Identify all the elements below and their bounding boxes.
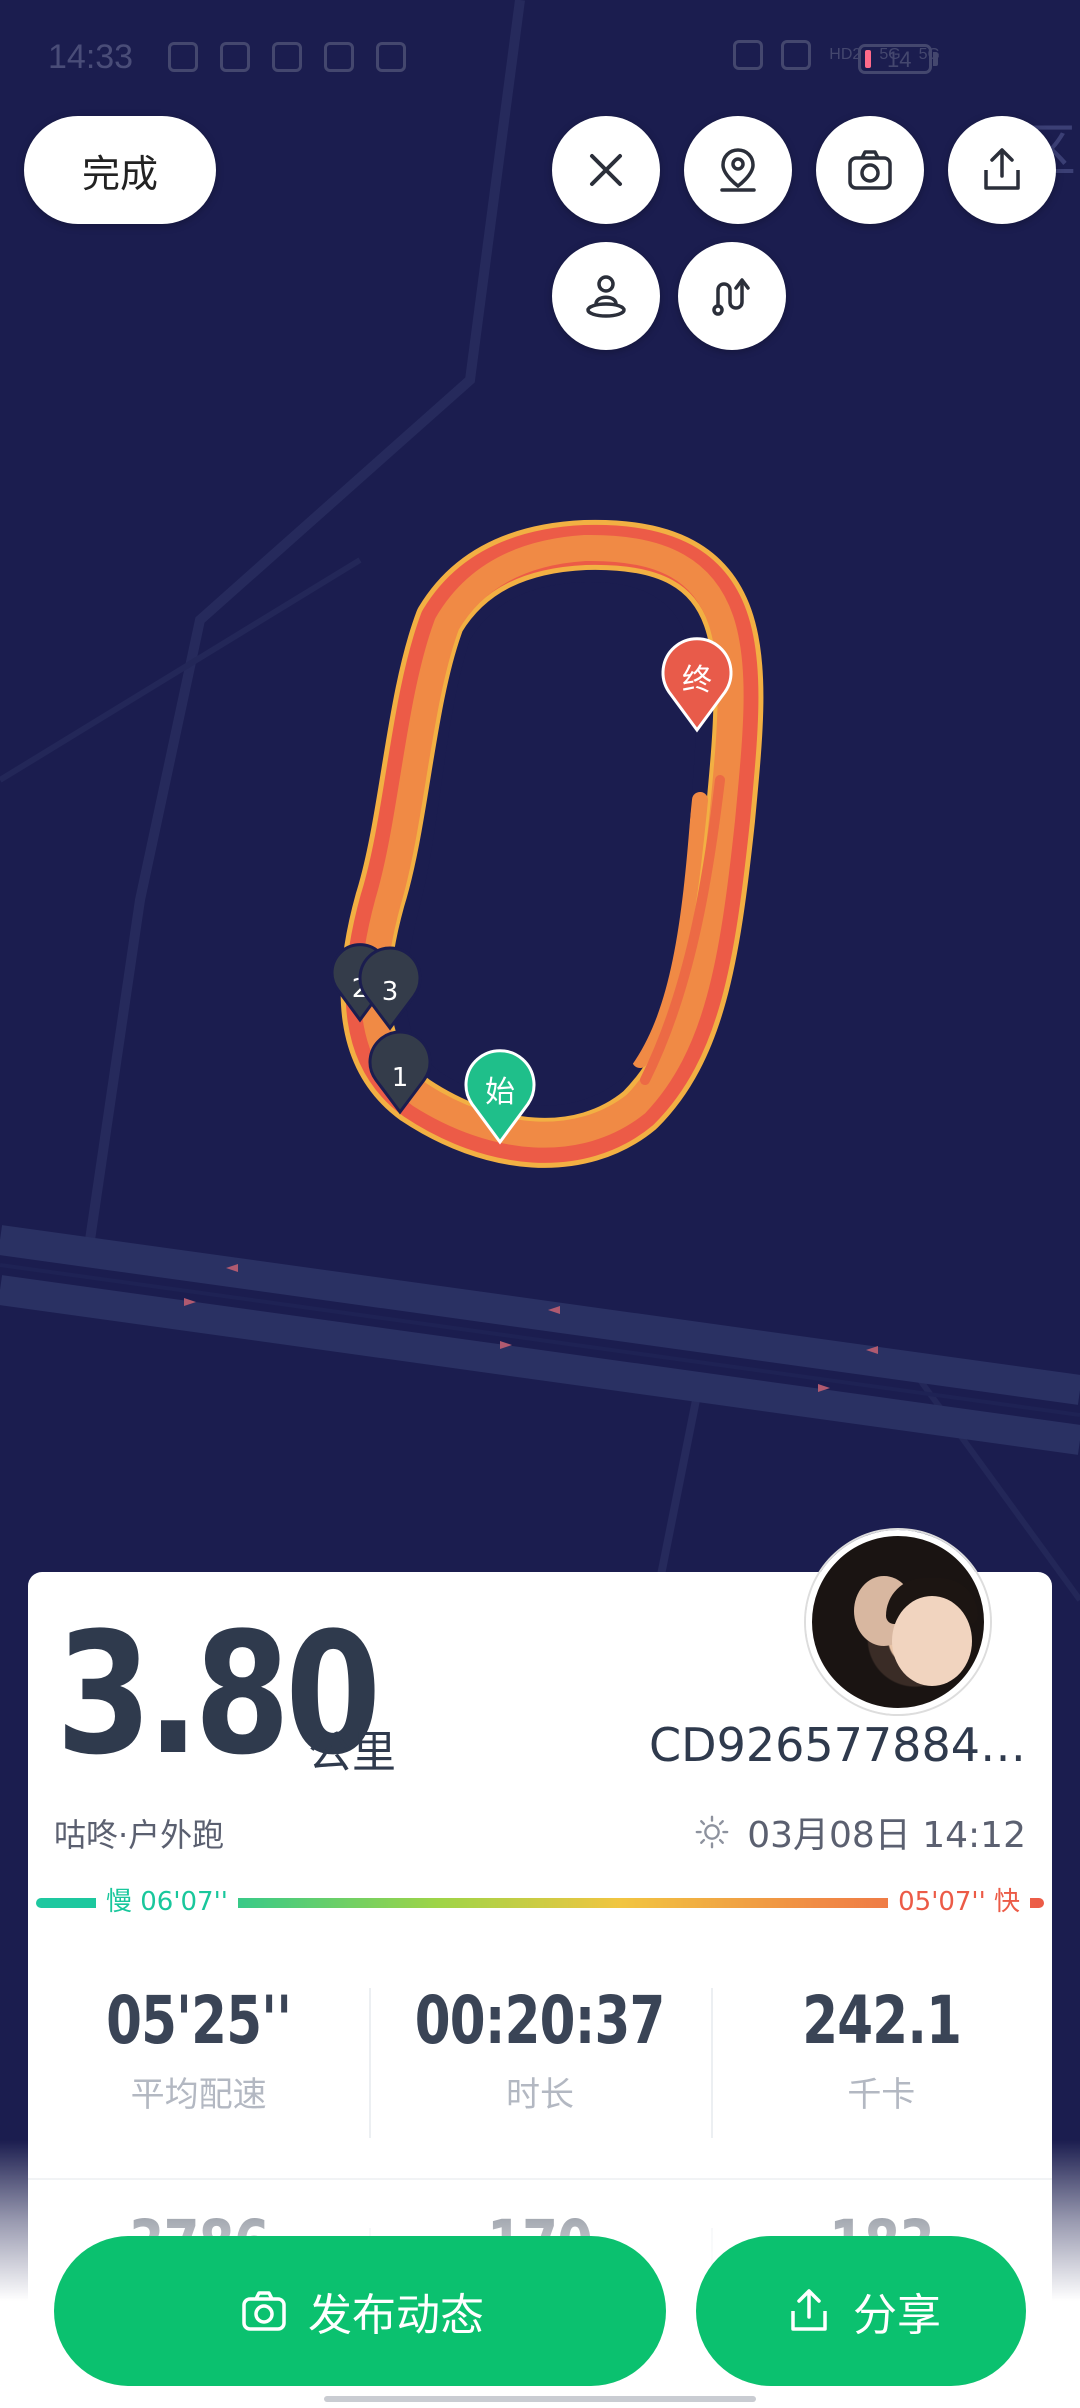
- share-button[interactable]: 分享: [696, 2236, 1026, 2386]
- share-icon: [791, 2289, 827, 2331]
- alarm-icon: [733, 40, 764, 70]
- pace-fast-label: 05'07'' 快: [888, 1882, 1030, 1922]
- post-moment-button[interactable]: 发布动态: [54, 2236, 666, 2386]
- route-icon: [712, 278, 750, 316]
- done-button[interactable]: 完成: [24, 116, 216, 224]
- stat-value: 00:20:37: [415, 1982, 666, 2059]
- camera-button[interactable]: [816, 116, 924, 224]
- svg-text:3: 3: [382, 977, 399, 1007]
- stat-value: 242.1: [801, 1982, 962, 2059]
- share-label: 分享: [853, 2290, 941, 2341]
- workout-datetime: 03月08日 14:12: [693, 1806, 1026, 1858]
- stat-label: 平均配速: [130, 2075, 267, 2115]
- sun-icon: [695, 1815, 729, 1849]
- status-bar: 14:33 HD2 5G 5G 14: [0, 0, 1080, 120]
- share-top-button[interactable]: [948, 116, 1056, 224]
- runner-view-button[interactable]: [552, 242, 660, 350]
- camera-icon: [848, 150, 892, 190]
- share-icon: [984, 148, 1020, 190]
- stat-avg-pace: 05'25'' 平均配速: [28, 1960, 369, 2170]
- distance-unit: 公里: [308, 1727, 396, 1778]
- battery-text: 14: [887, 47, 912, 72]
- svg-text:始: 始: [485, 1075, 515, 1110]
- notification-icon: [220, 42, 250, 72]
- post-moment-label: 发布动态: [308, 2290, 484, 2341]
- sport-type: 咕咚·户外跑: [54, 1816, 225, 1854]
- tiktok-icon: [324, 42, 354, 72]
- route-replay-button[interactable]: [678, 242, 786, 350]
- close-icon: [590, 154, 622, 186]
- location-pin-icon: [720, 148, 756, 192]
- pace-slow-label: 慢 06'07'': [96, 1882, 238, 1922]
- close-button[interactable]: [552, 116, 660, 224]
- svg-text:1: 1: [392, 1063, 409, 1093]
- notification-icon: [168, 42, 198, 72]
- hd-label: HD2: [829, 46, 862, 63]
- svg-text:终: 终: [682, 663, 712, 698]
- stats-row: 05'25'' 平均配速 00:20:37 时长 242.1 千卡: [28, 1960, 1052, 2170]
- location-button[interactable]: [684, 116, 792, 224]
- stat-label: 时长: [505, 2075, 574, 2115]
- notification-icons: [168, 42, 406, 72]
- app-icon: [376, 42, 406, 72]
- datetime-text: 03月08日 14:12: [747, 1815, 1026, 1856]
- stat-calories: 242.1 千卡: [710, 1960, 1052, 2170]
- camera-icon: [242, 2291, 286, 2331]
- person-icon: [586, 275, 626, 318]
- avatar[interactable]: [806, 1530, 990, 1714]
- stat-duration: 00:20:37 时长: [369, 1960, 710, 2170]
- username[interactable]: CD926577884…: [649, 1718, 1026, 1772]
- stat-value: 05'25'': [106, 1982, 292, 2059]
- home-indicator[interactable]: [324, 2396, 756, 2402]
- battery-icon: 14: [858, 44, 932, 74]
- stat-label: 千卡: [847, 2075, 916, 2115]
- notification-icon: [272, 42, 302, 72]
- vibrate-icon: [781, 40, 812, 70]
- status-time: 14:33: [48, 38, 134, 76]
